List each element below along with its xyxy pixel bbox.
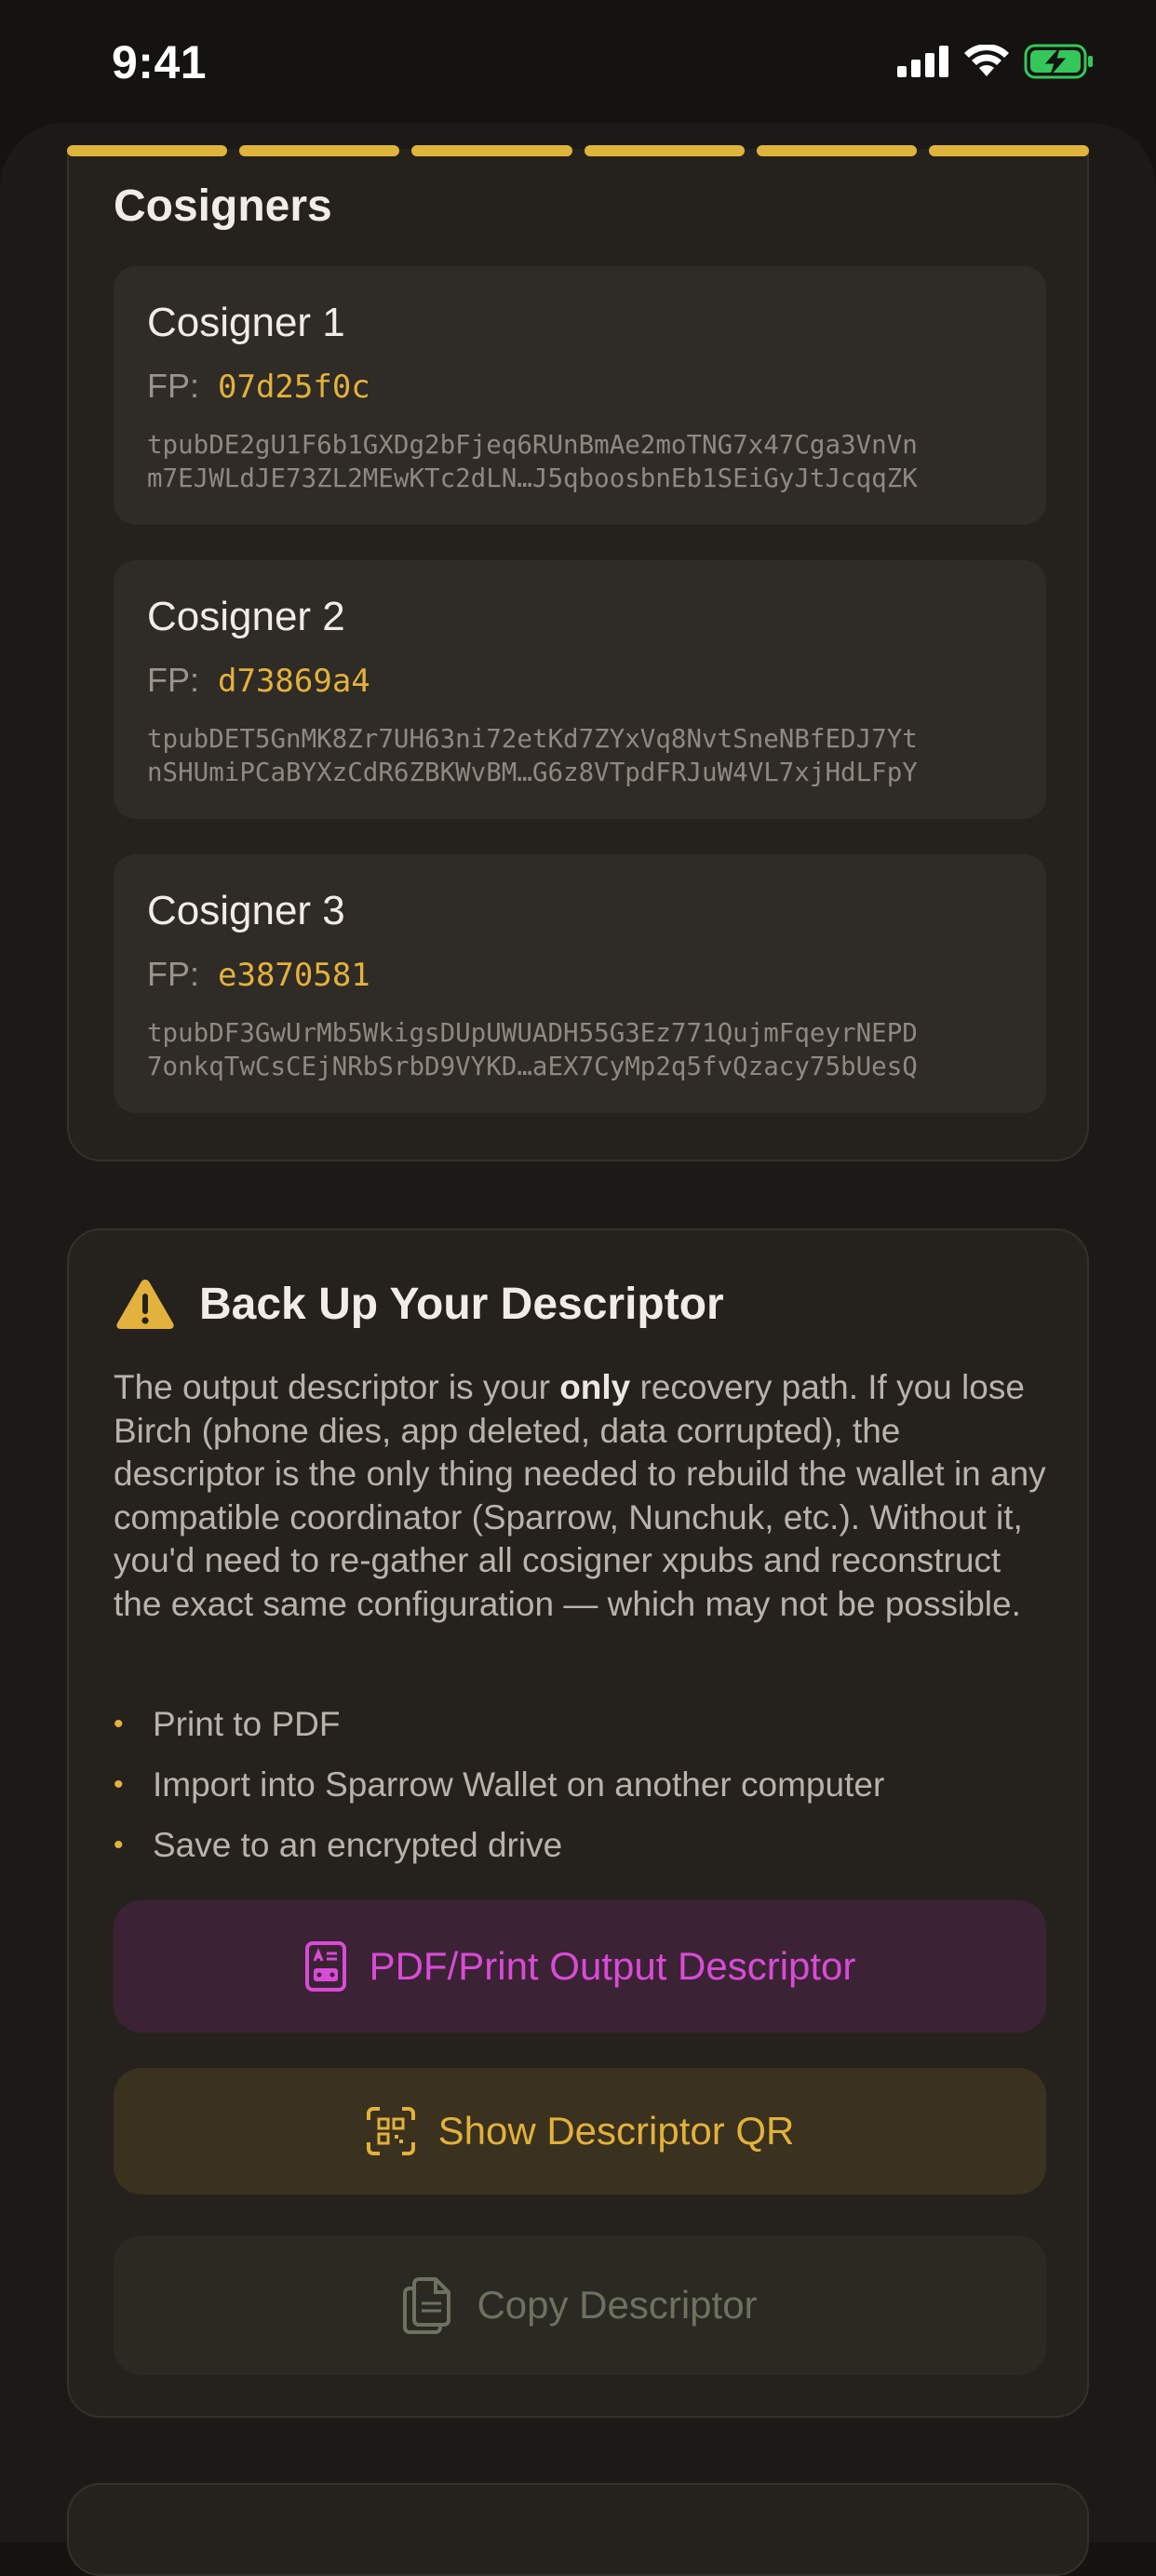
qr-scan-icon <box>366 2107 415 2155</box>
cosigner-name: Cosigner 2 <box>147 594 345 639</box>
xpub-text: tpubDET5GnMK8Zr7UH63ni72etKd7ZYxVq8NvtSn… <box>147 722 1022 789</box>
cosigners-card: Cosigners Cosigner 1 FP: 07d25f0c tpubDE… <box>67 149 1089 1161</box>
battery-charging-icon <box>1024 44 1093 79</box>
cellular-signal-icon <box>897 46 948 77</box>
list-item: Save to an encrypted drive <box>114 1824 1054 1885</box>
cosigners-title: Cosigners <box>114 181 332 231</box>
qr-button-label: Show Descriptor QR <box>437 2109 795 2153</box>
fingerprint-value: e3870581 <box>218 957 370 994</box>
xpub-line: m7EJWLdJE73ZL2MEwKTc2dLN…J5qboosbnEb1SEi… <box>147 463 918 493</box>
cosigner-card: Cosigner 2 FP: d73869a4 tpubDET5GnMK8Zr7… <box>114 560 1046 819</box>
next-section-card <box>67 2483 1089 2576</box>
body-text-part: The output descriptor is your <box>114 1368 560 1406</box>
status-time: 9:41 <box>112 36 208 88</box>
copy-descriptor-button[interactable]: Copy Descriptor <box>114 2235 1046 2375</box>
cosigner-name: Cosigner 1 <box>147 300 345 345</box>
fingerprint-value: d73869a4 <box>218 663 370 700</box>
fingerprint-label: FP: <box>147 367 200 405</box>
show-descriptor-qr-button[interactable]: Show Descriptor QR <box>114 2068 1046 2194</box>
list-item: Print to PDF <box>114 1703 1054 1764</box>
cosigner-card: Cosigner 3 FP: e3870581 tpubDF3GwUrMb5Wk… <box>114 854 1046 1113</box>
copy-documents-icon <box>403 2277 451 2334</box>
fingerprint-row: FP: e3870581 <box>147 955 370 994</box>
fingerprint-label: FP: <box>147 661 200 699</box>
xpub-text: tpubDE2gU1F6b1GXDg2bFjeq6RUnBmAe2moTNG7x… <box>147 428 1022 495</box>
xpub-text: tpubDF3GwUrMb5WkigsDUpUWUADH55G3Ez771Quj… <box>147 1016 1022 1083</box>
progress-segment <box>67 145 228 156</box>
copy-button-label: Copy Descriptor <box>477 2283 758 2327</box>
xpub-line: tpubDET5GnMK8Zr7UH63ni72etKd7ZYxVq8NvtSn… <box>147 724 918 754</box>
pdf-print-descriptor-button[interactable]: PDF/Print Output Descriptor <box>114 1900 1046 2033</box>
progress-segment <box>584 145 745 156</box>
list-item: Import into Sparrow Wallet on another co… <box>114 1764 1054 1824</box>
status-icons <box>897 43 1095 80</box>
step-progress-bar <box>67 145 1090 156</box>
backup-descriptor-card: Back Up Your Descriptor The output descr… <box>67 1228 1089 2418</box>
backup-header: Back Up Your Descriptor <box>115 1277 724 1331</box>
backup-explanation: The output descriptor is your only recov… <box>114 1366 1054 1626</box>
fingerprint-row: FP: d73869a4 <box>147 661 370 700</box>
progress-segment <box>756 145 917 156</box>
progress-segment <box>239 145 400 156</box>
xpub-line: nSHUmiPCaBYXzCdR6ZBKWvBM…G6z8VTpdFRJuW4V… <box>147 758 918 787</box>
warning-triangle-icon <box>116 1280 174 1329</box>
fingerprint-row: FP: 07d25f0c <box>147 367 370 406</box>
document-print-icon <box>304 1941 346 1992</box>
progress-segment <box>411 145 572 156</box>
body-text-part: recovery path. If you lose Birch (phone … <box>114 1368 1046 1623</box>
pdf-button-label: PDF/Print Output Descriptor <box>369 1944 856 1988</box>
status-bar: 9:41 <box>0 0 1156 127</box>
fingerprint-label: FP: <box>147 955 200 993</box>
cosigner-card: Cosigner 1 FP: 07d25f0c tpubDE2gU1F6b1GX… <box>114 266 1046 525</box>
xpub-line: 7onkqTwCsCEjNRbSrbD9VYKD…aEX7CyMp2q5fvQz… <box>147 1052 918 1081</box>
fingerprint-value: 07d25f0c <box>218 369 370 406</box>
body-text-emphasis: only <box>559 1368 631 1406</box>
xpub-line: tpubDE2gU1F6b1GXDg2bFjeq6RUnBmAe2moTNG7x… <box>147 430 918 460</box>
progress-segment <box>928 145 1090 156</box>
backup-options-list: Print to PDF Import into Sparrow Wallet … <box>114 1703 1054 1885</box>
cosigner-name: Cosigner 3 <box>147 888 345 933</box>
backup-title: Back Up Your Descriptor <box>199 1279 724 1329</box>
wifi-icon <box>964 45 1009 76</box>
xpub-line: tpubDF3GwUrMb5WkigsDUpUWUADH55G3Ez771Quj… <box>147 1018 918 1048</box>
